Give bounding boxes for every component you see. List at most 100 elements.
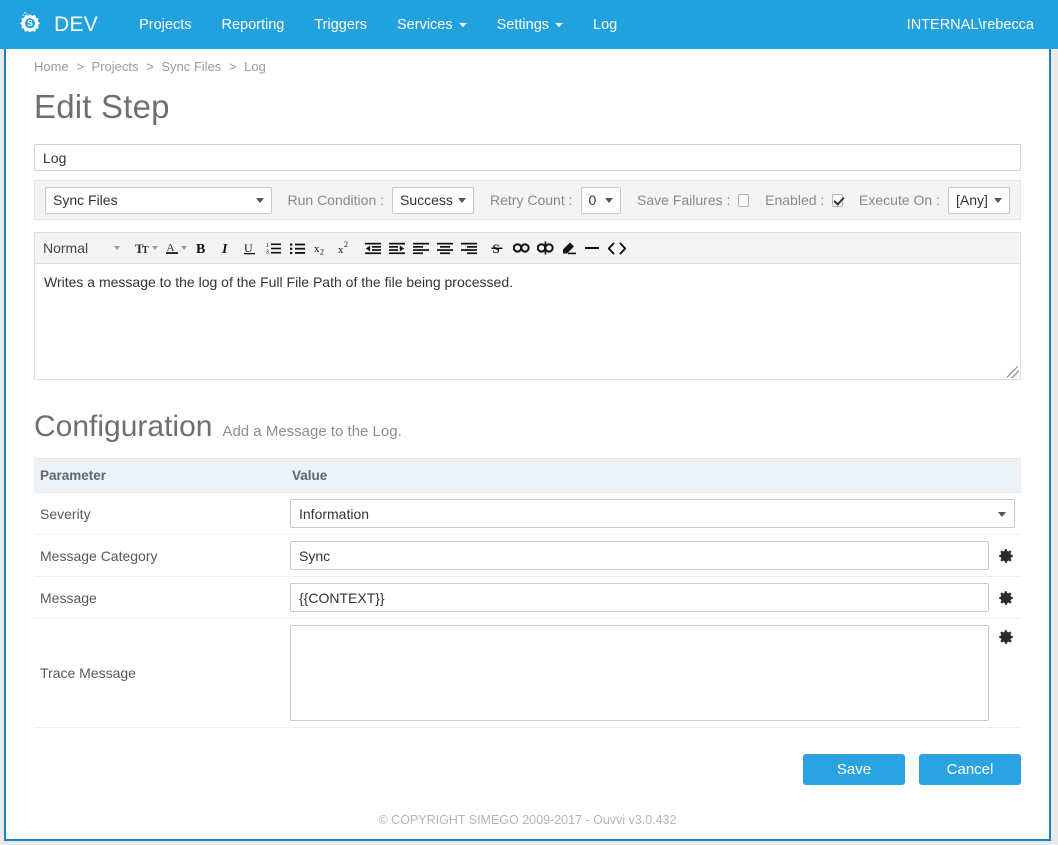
nav-item-log[interactable]: Log	[578, 0, 632, 49]
breadcrumb-separator: >	[76, 59, 84, 74]
unordered-list-icon[interactable]	[286, 235, 308, 261]
footer-copyright: © COPYRIGHT SIMEGO 2009-2017 - Ouvvi v3.…	[378, 813, 677, 827]
severity-select[interactable]: Information	[290, 499, 1015, 528]
paragraph-style-dropdown[interactable]: Normal	[43, 240, 124, 256]
table-row: Message	[34, 576, 1021, 619]
editor-toolbar: Normal TT A B I U 1 3 x 2 x 2	[34, 232, 1021, 264]
table-row: Message Category	[34, 534, 1021, 577]
breadcrumb-separator: >	[146, 59, 154, 74]
breadcrumb-item-projects[interactable]: Projects	[92, 59, 139, 74]
svg-text:2: 2	[344, 241, 348, 249]
parameter-label-severity: Severity	[34, 492, 284, 535]
underline-icon[interactable]: U	[238, 235, 260, 261]
step-name-input[interactable]	[34, 144, 1021, 171]
nav-item-label: Log	[593, 16, 618, 33]
svg-text:3: 3	[266, 249, 269, 255]
save-failures-checkbox[interactable]	[738, 193, 750, 207]
cancel-button[interactable]: Cancel	[919, 754, 1021, 785]
value-cell	[290, 625, 1015, 721]
enabled-checkbox[interactable]	[832, 193, 844, 207]
page-title: Edit Step	[34, 88, 170, 125]
parameter-table: Parameter Value Severity Information Mes…	[34, 458, 1021, 728]
nav-item-projects[interactable]: Projects	[124, 0, 206, 49]
bold-icon[interactable]: B	[190, 235, 212, 261]
superscript-icon[interactable]: x2	[334, 235, 356, 261]
value-cell	[290, 541, 1015, 570]
nav-item-label: Triggers	[314, 16, 367, 33]
run-condition-value: Success	[400, 192, 453, 208]
save-button[interactable]: Save	[803, 754, 905, 785]
retry-count-label: Retry Count :	[490, 192, 573, 208]
svg-text:B: B	[196, 242, 205, 255]
brand-logo[interactable]: S	[8, 11, 52, 39]
description-editor: Normal TT A B I U 1 3 x 2 x 2 Writes a m…	[34, 232, 1021, 380]
paragraph-style-label: Normal	[43, 240, 89, 256]
horizontal-rule-icon[interactable]	[582, 235, 604, 261]
enabled-label: Enabled :	[765, 192, 825, 208]
chevron-down-icon	[255, 198, 264, 203]
table-row: Severity Information	[34, 492, 1021, 535]
content-frame: Home > Projects > Sync Files > Log Edit …	[4, 49, 1051, 841]
font-color-icon[interactable]: A	[161, 235, 183, 261]
italic-icon[interactable]: I	[214, 235, 236, 261]
chevron-down-icon	[114, 246, 121, 250]
outdent-icon[interactable]	[362, 235, 384, 261]
gear-icon[interactable]	[997, 628, 1015, 646]
chevron-down-icon[interactable]	[152, 246, 159, 250]
current-user[interactable]: INTERNAL\rebecca	[907, 17, 1034, 33]
svg-text:U: U	[244, 241, 253, 255]
retry-count-value: 0	[588, 192, 597, 208]
nav-item-settings[interactable]: Settings	[482, 0, 578, 49]
editor-resize-handle[interactable]	[1007, 366, 1019, 378]
strikethrough-icon[interactable]: S	[486, 235, 508, 261]
nav-item-reporting[interactable]: Reporting	[206, 0, 299, 49]
clear-format-icon[interactable]	[558, 235, 580, 261]
subscript-icon[interactable]: x2	[310, 235, 332, 261]
link-icon[interactable]	[510, 235, 532, 261]
configuration-subtitle: Add a Message to the Log.	[222, 423, 402, 440]
step-type-value: Sync Files	[53, 192, 118, 208]
app-root: S DEV Projects Reporting Triggers Servic…	[0, 0, 1058, 845]
breadcrumb-item-log[interactable]: Log	[244, 59, 266, 74]
nav-item-services[interactable]: Services	[382, 0, 482, 49]
message-category-input[interactable]	[290, 541, 989, 570]
table-row: Trace Message	[34, 618, 1021, 728]
execute-on-label: Execute On :	[859, 192, 940, 208]
font-size-icon[interactable]: TT	[132, 235, 154, 261]
message-input[interactable]	[290, 583, 989, 612]
ordered-list-icon[interactable]: 1 3	[262, 235, 284, 261]
parameter-label-message: Message	[34, 576, 284, 619]
value-cell: Information	[290, 499, 1015, 528]
step-type-select[interactable]: Sync Files	[45, 186, 272, 214]
gear-icon[interactable]	[997, 589, 1015, 607]
indent-icon[interactable]	[386, 235, 408, 261]
align-right-icon[interactable]	[458, 235, 480, 261]
code-view-icon[interactable]	[606, 235, 628, 261]
nav-item-triggers[interactable]: Triggers	[299, 0, 382, 49]
chevron-down-icon[interactable]	[181, 246, 188, 250]
execute-on-select[interactable]: [Any]	[947, 186, 1010, 214]
top-navbar: S DEV Projects Reporting Triggers Servic…	[0, 0, 1058, 49]
column-header-value: Value	[284, 458, 1021, 493]
save-failures-label: Save Failures :	[637, 192, 731, 208]
align-left-icon[interactable]	[410, 235, 432, 261]
unlink-icon[interactable]	[534, 235, 556, 261]
trace-message-textarea[interactable]	[290, 625, 989, 721]
editor-content-area[interactable]: Writes a message to the log of the Full …	[34, 264, 1021, 380]
breadcrumb-item-home[interactable]: Home	[34, 59, 69, 74]
editor-content-text: Writes a message to the log of the Full …	[44, 274, 513, 290]
nav-item-label: Projects	[139, 16, 192, 33]
align-center-icon[interactable]	[434, 235, 456, 261]
brand-name[interactable]: DEV	[54, 13, 98, 37]
breadcrumb-item-sync-files[interactable]: Sync Files	[161, 59, 221, 74]
column-header-parameter: Parameter	[34, 458, 284, 493]
retry-count-select[interactable]: 0	[580, 186, 622, 214]
execute-on-value: [Any]	[955, 192, 988, 208]
run-condition-select[interactable]: Success	[392, 186, 475, 214]
chevron-down-icon	[458, 22, 467, 27]
parameter-label-trace-message: Trace Message	[34, 618, 284, 728]
nav-items: Projects Reporting Triggers Services Set…	[124, 0, 632, 49]
chevron-down-icon	[993, 198, 1002, 203]
nav-item-label: Reporting	[221, 16, 285, 33]
gear-icon[interactable]	[997, 547, 1015, 565]
